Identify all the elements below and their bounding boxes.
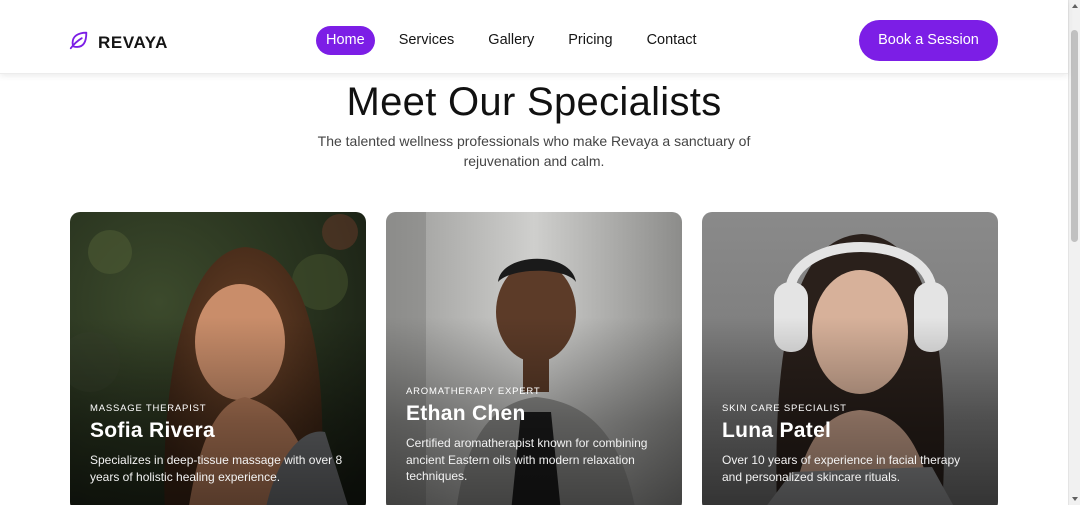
- scroll-down-icon[interactable]: [1072, 497, 1078, 501]
- nav-pricing[interactable]: Pricing: [558, 26, 622, 55]
- site-header: REVAYA Home Services Gallery Pricing Con…: [0, 0, 1068, 74]
- nav-contact[interactable]: Contact: [637, 26, 707, 55]
- brand-name: REVAYA: [98, 32, 169, 52]
- specialist-role: Aromatherapy Expert: [406, 386, 541, 397]
- section-subtitle: The talented wellness professionals who …: [317, 133, 751, 169]
- specialist-info: Aromatherapy Expert Ethan Chen Certified…: [406, 386, 666, 485]
- brand-logo[interactable]: REVAYA: [68, 29, 168, 56]
- specialist-bio: Specializes in deep-tissue massage with …: [90, 453, 343, 484]
- nav-gallery[interactable]: Gallery: [478, 26, 544, 55]
- book-session-button[interactable]: Book a Session: [859, 20, 998, 61]
- nav-services[interactable]: Services: [389, 26, 465, 55]
- specialist-role: Skin Care Specialist: [722, 403, 847, 414]
- specialist-bio: Over 10 years of experience in facial th…: [722, 453, 961, 484]
- scroll-thumb[interactable]: [1071, 30, 1078, 242]
- page-scrollbar[interactable]: [1068, 0, 1080, 505]
- specialist-name: Sofia Rivera: [90, 419, 215, 442]
- specialist-card[interactable]: Massage Therapist Sofia Rivera Specializ…: [70, 212, 366, 505]
- specialist-info: Skin Care Specialist Luna Patel Over 10 …: [722, 403, 982, 485]
- specialist-card[interactable]: Skin Care Specialist Luna Patel Over 10 …: [702, 212, 998, 505]
- specialist-name: Luna Patel: [722, 419, 832, 442]
- scroll-up-icon[interactable]: [1072, 4, 1078, 8]
- specialist-role: Massage Therapist: [90, 403, 207, 414]
- specialist-card[interactable]: Aromatherapy Expert Ethan Chen Certified…: [386, 212, 682, 505]
- leaf-icon: [68, 29, 90, 56]
- section-title: Meet Our Specialists: [346, 80, 722, 124]
- main-nav: Home Services Gallery Pricing Contact: [316, 26, 721, 55]
- specialist-bio: Certified aromatherapist known for combi…: [406, 436, 648, 483]
- nav-home[interactable]: Home: [316, 26, 375, 55]
- specialist-info: Massage Therapist Sofia Rivera Specializ…: [90, 403, 350, 485]
- specialist-name: Ethan Chen: [406, 402, 526, 425]
